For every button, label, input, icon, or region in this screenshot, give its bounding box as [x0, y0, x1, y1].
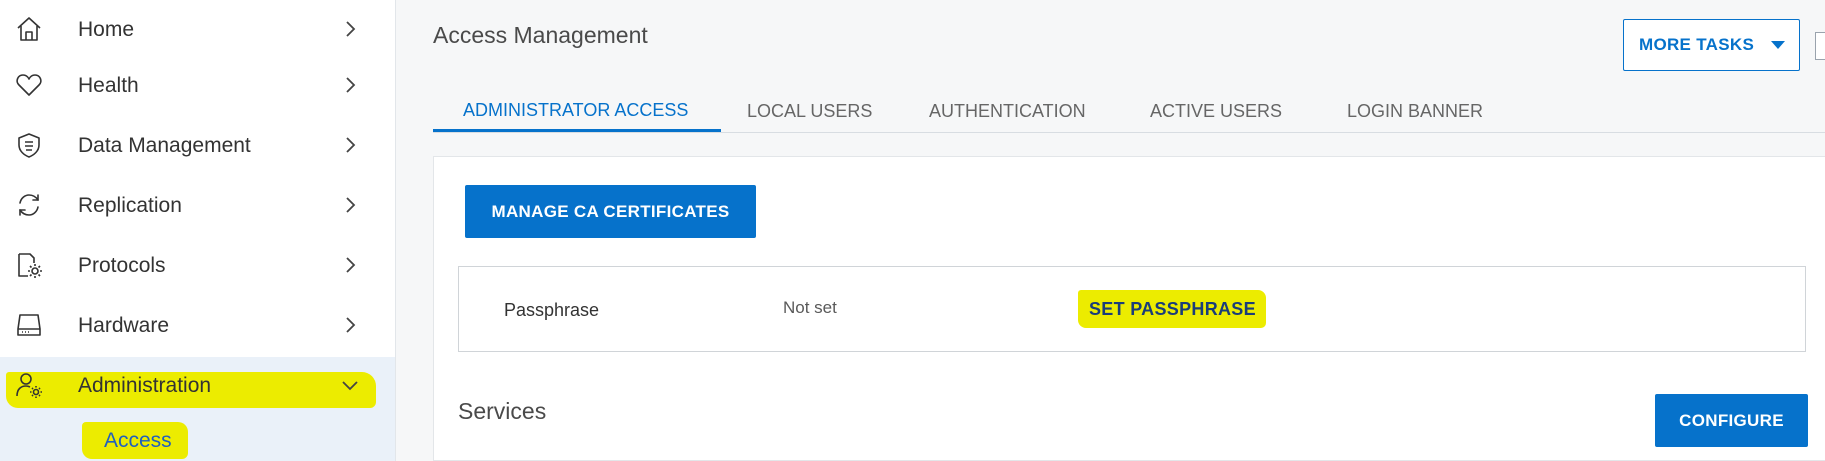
chevron-right-icon [338, 73, 362, 97]
sidebar-subitem-access[interactable]: Access [104, 422, 172, 459]
configure-button[interactable]: CONFIGURE [1655, 394, 1808, 447]
shield-icon [14, 130, 44, 160]
set-passphrase-button[interactable]: SET PASSPHRASE [1089, 290, 1256, 328]
app-root: Home Health Data Management Replication … [0, 0, 1825, 461]
tab-administrator-access[interactable]: ADMINISTRATOR ACCESS [433, 89, 721, 132]
more-tasks-button[interactable]: MORE TASKS [1623, 19, 1800, 71]
sidebar: Home Health Data Management Replication … [0, 0, 396, 461]
sidebar-item-administration[interactable]: Administration [0, 356, 395, 416]
sidebar-item-label: Hardware [78, 314, 170, 337]
chevron-right-icon [338, 193, 362, 217]
chevron-right-icon [338, 17, 362, 41]
sidebar-item-label: Administration [78, 374, 212, 397]
passphrase-label: Passphrase [504, 300, 600, 320]
edge-button[interactable] [1815, 32, 1825, 60]
passphrase-row: Passphrase Not set SET PASSPHRASE [458, 266, 1806, 352]
manage-ca-certificates-button[interactable]: MANAGE CA CERTIFICATES [465, 185, 756, 238]
services-title: Services [458, 398, 547, 424]
main-content: Access Management MORE TASKS ADMINISTRAT… [396, 0, 1825, 461]
chevron-right-icon [338, 313, 362, 337]
tab-bar: ADMINISTRATOR ACCESS LOCAL USERS AUTHENT… [433, 90, 1825, 133]
protocols-gear-icon [14, 250, 44, 280]
chevron-down-icon [338, 373, 362, 397]
heart-icon [14, 70, 44, 100]
sync-icon [14, 190, 44, 220]
chevron-right-icon [338, 253, 362, 277]
tab-login-banner[interactable]: LOGIN BANNER [1347, 90, 1483, 133]
sidebar-item-label: Home [78, 18, 135, 41]
page-title: Access Management [433, 22, 648, 48]
drive-icon [14, 310, 44, 340]
passphrase-status: Not set [783, 298, 837, 317]
tab-active-users[interactable]: ACTIVE USERS [1150, 90, 1282, 133]
sidebar-item-data-management[interactable]: Data Management [0, 116, 395, 176]
home-icon [14, 14, 44, 44]
sidebar-item-hardware[interactable]: Hardware [0, 296, 395, 356]
chevron-right-icon [338, 133, 362, 157]
user-gear-icon [14, 370, 44, 400]
sidebar-item-label: Health [78, 74, 139, 97]
sidebar-item-protocols[interactable]: Protocols [0, 236, 395, 296]
sidebar-item-label: Replication [78, 194, 182, 217]
sidebar-item-home[interactable]: Home [0, 0, 395, 60]
caret-down-icon [1771, 41, 1785, 49]
sidebar-item-replication[interactable]: Replication [0, 176, 395, 236]
administrator-access-panel: MANAGE CA CERTIFICATES Passphrase Not se… [433, 156, 1825, 461]
tab-authentication[interactable]: AUTHENTICATION [929, 90, 1086, 133]
sidebar-item-label: Protocols [78, 254, 166, 277]
more-tasks-label: MORE TASKS [1639, 35, 1755, 54]
sidebar-item-health[interactable]: Health [0, 56, 395, 116]
tab-local-users[interactable]: LOCAL USERS [747, 90, 872, 133]
sidebar-item-label: Data Management [78, 134, 251, 157]
